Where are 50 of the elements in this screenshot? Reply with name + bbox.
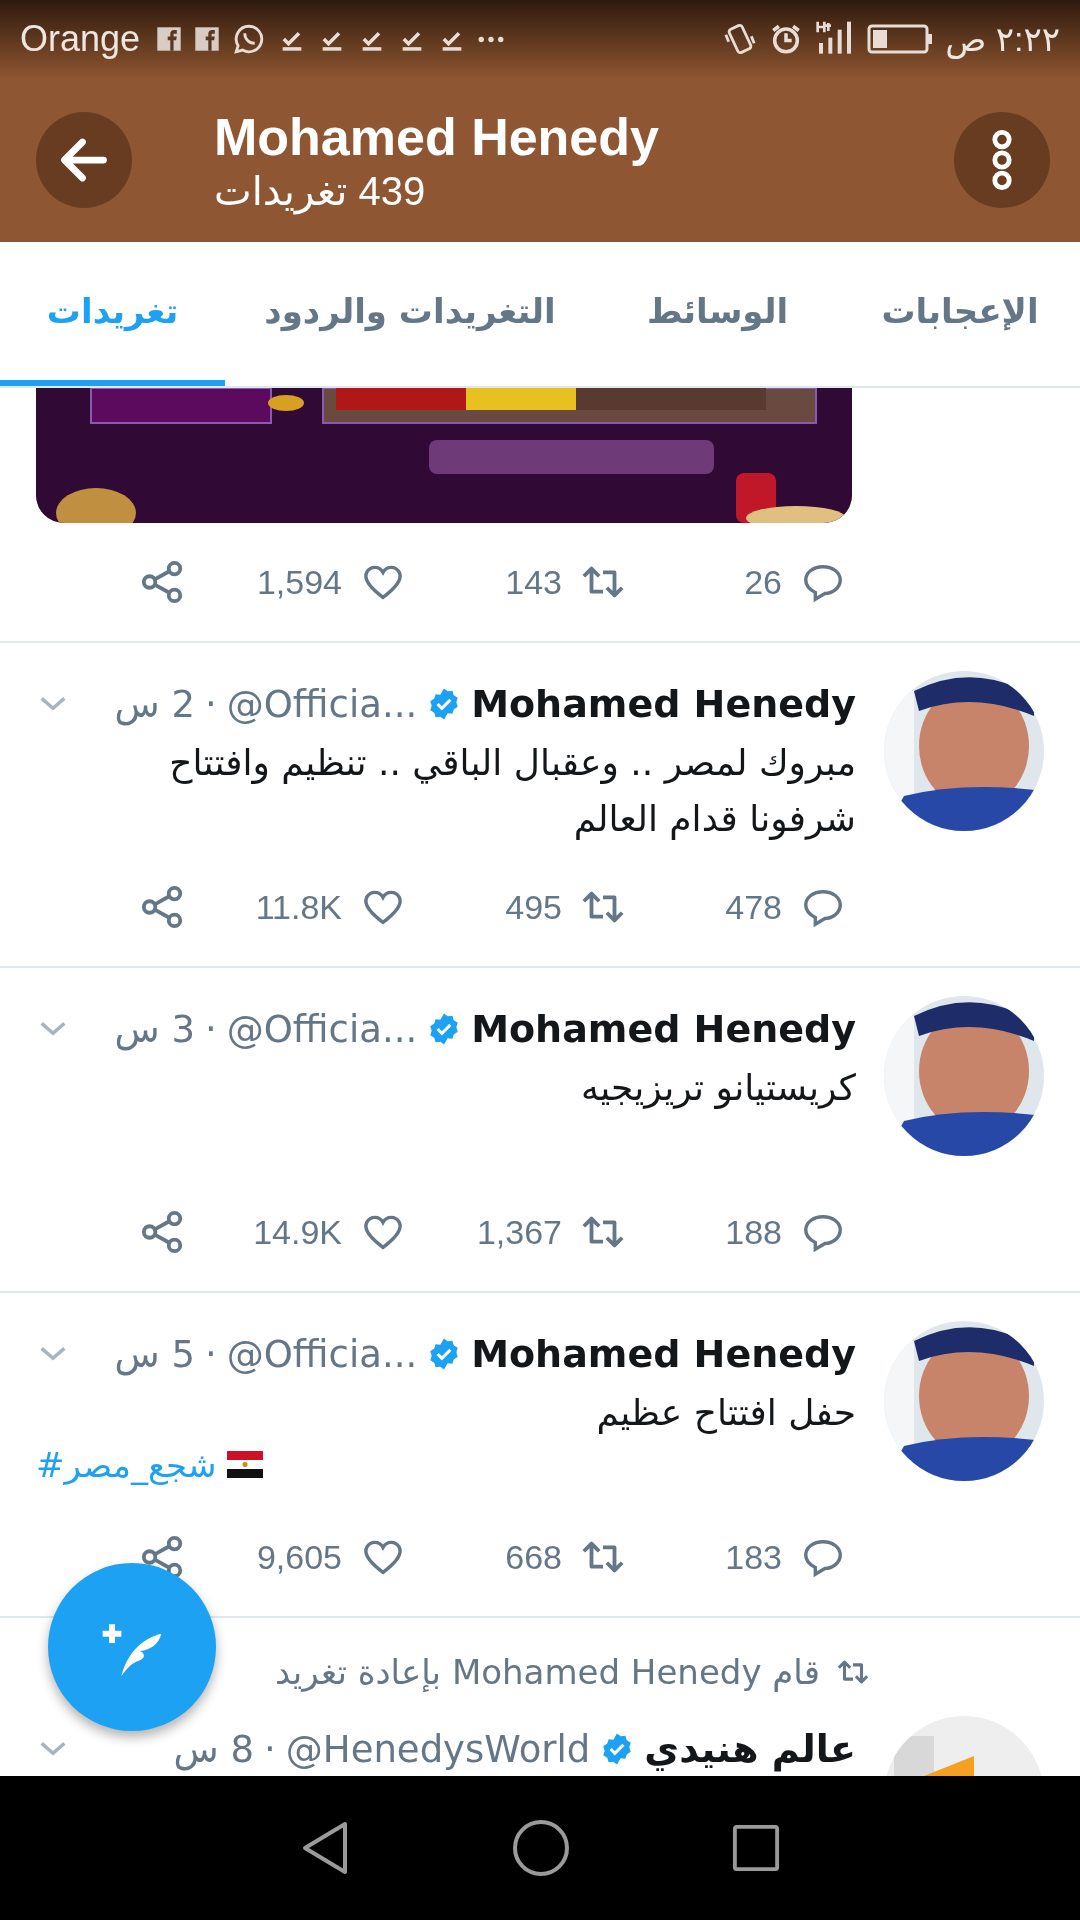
reply-count: 26 (744, 562, 782, 602)
retweet-count: 495 (505, 887, 562, 927)
tab[interactable]: الوسائط (595, 242, 840, 386)
retweet-count: 143 (505, 562, 562, 602)
reply-count: 183 (725, 1537, 782, 1577)
like-count: 9,605 (256, 1537, 342, 1577)
tweet-text: حفل افتتاح عظيم (595, 1391, 856, 1436)
author-handle: @Officia... (226, 1007, 418, 1051)
tweet-count: 439 تغريدات (214, 168, 426, 215)
author-name[interactable]: Mohamed Henedy (471, 682, 856, 726)
author-handle: @Officia... (226, 1332, 418, 1376)
like-count: 1,594 (256, 562, 342, 602)
more-notifications-icon (478, 34, 505, 44)
tweet-time: 3 س (114, 1007, 195, 1051)
separator-dot: · (264, 1727, 276, 1771)
flag-icon (226, 1451, 263, 1479)
hashtag-link[interactable]: #شجع_مصر (36, 1444, 217, 1485)
separator-dot: · (204, 682, 217, 726)
tweet-text: مبروك لمصر .. وعقبال الباقي .. تنظيم وافتتاح شرفونا قدام العالم (168, 741, 856, 842)
author-name[interactable]: Mohamed Henedy (471, 1332, 856, 1376)
tweet-time: 2 س (114, 682, 195, 726)
more-options-icon (990, 130, 1014, 190)
home-icon[interactable] (511, 1818, 571, 1878)
author-name[interactable]: Mohamed Henedy (471, 1007, 856, 1051)
retweet-count: 668 (505, 1537, 562, 1577)
author-name[interactable]: عالم هنيدي (644, 1727, 856, 1771)
tweet-time: 5 س (114, 1332, 195, 1376)
clock: ٢:٢٢ ص (945, 19, 1060, 59)
tab[interactable]: التغريدات والردود (225, 242, 595, 386)
profile-name: Mohamed Henedy (214, 106, 660, 168)
vibrate-icon (723, 22, 758, 56)
reply-count: 188 (725, 1212, 782, 1252)
battery-icon (867, 23, 934, 55)
facebook-icon (156, 26, 183, 52)
tweet-time: 8 س (173, 1727, 255, 1771)
retweet-count: 1,367 (476, 1212, 562, 1252)
carrier-name: Orange (20, 18, 141, 60)
facebook-icon (194, 26, 221, 52)
compose-tweet-button[interactable] (48, 1563, 216, 1731)
author-handle: @Officia... (226, 682, 418, 726)
tweet-text: كريستيانو تريزيجيه (579, 1066, 856, 1111)
author-handle: @HenedysWorld (285, 1727, 591, 1771)
tab[interactable]: الإعجابات (840, 242, 1080, 386)
reply-count: 478 (725, 887, 782, 927)
recent-apps-icon[interactable] (731, 1824, 780, 1872)
retweeted-by-label: قام Mohamed Henedy بإعادة تغريد (274, 1652, 820, 1692)
separator-dot: · (204, 1332, 217, 1376)
like-count: 11.8K (255, 887, 342, 927)
separator-dot: · (204, 1007, 217, 1051)
like-count: 14.9K (253, 1212, 342, 1252)
